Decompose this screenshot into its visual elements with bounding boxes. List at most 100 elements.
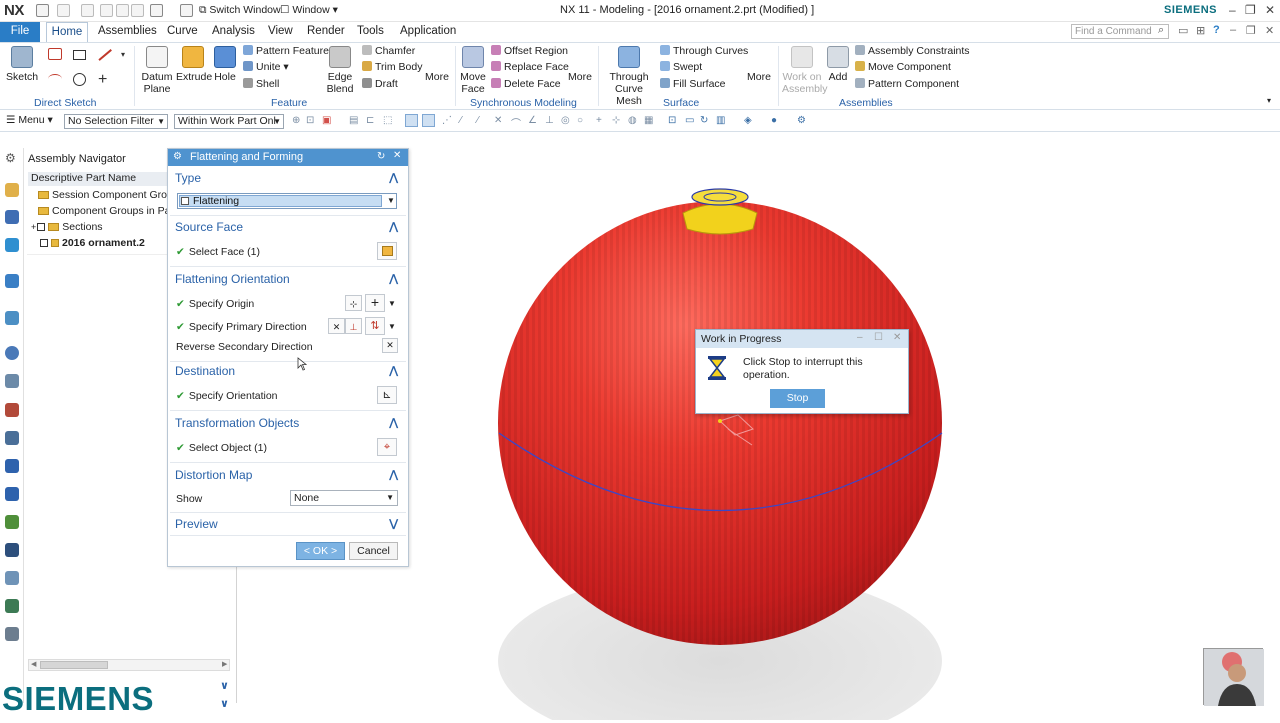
roles-icon[interactable] <box>5 459 19 473</box>
zoom-icon[interactable]: ▭ <box>685 115 695 126</box>
snap-endpoint-icon[interactable]: ⋰ <box>442 115 452 126</box>
snap-center-icon[interactable]: ◎ <box>561 115 571 126</box>
close-icon[interactable]: ✕ <box>1265 3 1275 17</box>
snap-pole-icon[interactable]: ⊹ <box>612 115 622 126</box>
edit-section-icon[interactable]: ● <box>771 115 781 126</box>
view-options-icon[interactable]: ⚙ <box>797 115 807 126</box>
vector-dialog-button[interactable]: ⊥ <box>345 318 362 334</box>
add-component-button[interactable]: Add <box>826 46 850 83</box>
assembly-navigator-icon[interactable] <box>5 210 19 224</box>
surface-more-button[interactable]: More <box>745 46 773 83</box>
rotate-icon[interactable]: ↻ <box>700 115 710 126</box>
copy-icon[interactable] <box>116 4 129 17</box>
find-command-input[interactable]: Find a Command <box>1071 24 1169 39</box>
tree-item[interactable]: Session Component Group <box>38 189 179 201</box>
csys-dialog-button[interactable]: ⊾ <box>377 386 397 404</box>
snap-arc-icon[interactable]: ⌒ <box>511 115 521 130</box>
through-curves-button[interactable]: Through Curves <box>660 45 748 57</box>
feature-more-button[interactable]: More <box>424 46 450 83</box>
curve-rule-icon[interactable] <box>405 114 418 127</box>
chevron-up-icon[interactable]: ⋀ <box>389 171 398 184</box>
layout-icon[interactable]: ⊞ <box>1196 24 1205 37</box>
maximize-icon[interactable]: ☐ <box>874 332 883 343</box>
close-icon[interactable]: ✕ <box>893 332 901 343</box>
point-icon[interactable]: + <box>98 71 107 89</box>
tab-render[interactable]: Render <box>307 25 345 37</box>
through-curve-mesh-button[interactable]: Through Curve Mesh <box>602 46 656 107</box>
reverse-direction-button[interactable]: ✕ <box>328 318 345 334</box>
chevron-down-icon[interactable]: ⋁ <box>389 517 398 530</box>
trim-body-button[interactable]: Trim Body <box>362 61 422 73</box>
chevron-down-icon[interactable]: ∨ <box>220 697 229 710</box>
tab-tools[interactable]: Tools <box>357 25 384 37</box>
snap-intersection-icon[interactable]: ✕ <box>494 115 504 126</box>
chevron-up-icon[interactable]: ⋀ <box>389 272 398 285</box>
chamfer-button[interactable]: Chamfer <box>362 45 415 57</box>
sketch-button[interactable]: Sketch <box>6 46 38 83</box>
chevron-up-icon[interactable]: ⋀ <box>389 364 398 377</box>
close-icon[interactable]: ✕ <box>393 150 401 161</box>
select-face-row[interactable]: ✔ Select Face (1) <box>176 246 260 258</box>
delete-face-button[interactable]: Delete Face <box>491 78 561 90</box>
ornament-cap[interactable] <box>682 203 758 235</box>
point-dialog-button[interactable]: ⊹ <box>345 295 362 311</box>
chevron-down-icon[interactable]: ▼ <box>387 196 395 205</box>
snap-tangent-icon[interactable]: ○ <box>577 115 587 126</box>
chevron-up-icon[interactable]: ⋀ <box>389 220 398 233</box>
document-icon[interactable] <box>5 627 19 641</box>
navigator-column-header[interactable]: Descriptive Part Name <box>28 172 170 186</box>
stop-button[interactable]: Stop <box>770 389 825 408</box>
filter-icon[interactable]: ▣ <box>322 115 332 126</box>
unite-button[interactable]: Unite ▾ <box>243 61 289 73</box>
chevron-up-icon[interactable]: ⋀ <box>389 416 398 429</box>
touch-mode-icon[interactable] <box>180 4 193 17</box>
show-select[interactable]: None ▼ <box>290 490 398 506</box>
hd3d-icon[interactable] <box>5 599 19 613</box>
tab-view[interactable]: View <box>268 25 293 37</box>
point-icon[interactable]: + <box>365 294 385 312</box>
fit-view-icon[interactable]: ⊡ <box>668 115 678 126</box>
minimize-part-icon[interactable]: – <box>1230 24 1236 36</box>
part-navigator-icon[interactable] <box>5 183 19 197</box>
move-face-button[interactable]: Move Face <box>458 46 488 95</box>
history-icon[interactable] <box>5 346 19 360</box>
tab-assemblies[interactable]: Assemblies <box>98 25 157 37</box>
chevron-down-icon[interactable]: ▼ <box>388 322 396 331</box>
sketch-more-icon[interactable]: ▾ <box>121 50 125 59</box>
section-transformation-objects[interactable]: Transformation Objects <box>175 416 299 430</box>
work-on-assembly-button[interactable]: Work on Assembly <box>782 46 828 95</box>
replace-face-button[interactable]: Replace Face <box>491 61 569 73</box>
snap-point-icon[interactable]: ⊥ <box>545 115 555 126</box>
crosshair-icon[interactable]: ⌖ <box>377 438 397 456</box>
tree-item[interactable]: Component Groups in Part <box>38 205 177 217</box>
swept-button[interactable]: Swept <box>660 61 702 73</box>
move-component-button[interactable]: Move Component <box>855 61 951 73</box>
reverse-secondary-button[interactable]: ✕ <box>382 338 398 353</box>
close-part-icon[interactable]: ✕ <box>1265 24 1274 37</box>
palette-icon[interactable] <box>5 515 19 529</box>
reset-icon[interactable]: ↻ <box>377 151 385 162</box>
system-scenes-icon[interactable] <box>5 487 19 501</box>
minimize-icon[interactable]: – <box>857 332 863 343</box>
assembly-constraints-button[interactable]: Assembly Constraints <box>855 45 970 57</box>
section-distortion-map[interactable]: Distortion Map <box>175 468 252 482</box>
specify-origin-row[interactable]: ✔ Specify Origin <box>176 298 254 310</box>
vector-icon[interactable]: ⇅ <box>365 317 385 335</box>
ribbon-options-icon[interactable]: ▭ <box>1178 24 1188 37</box>
gear-icon[interactable]: ⚙ <box>5 151 16 165</box>
section-flattening-orientation[interactable]: Flattening Orientation <box>175 272 290 286</box>
tab-home[interactable]: Home <box>46 22 88 42</box>
cancel-button[interactable]: Cancel <box>349 542 398 560</box>
web-browser-icon[interactable] <box>5 311 19 325</box>
tree-item[interactable]: + Sections <box>31 221 103 233</box>
search-icon[interactable]: ⌕ <box>1158 24 1164 37</box>
synchronous-more-button[interactable]: More <box>566 46 594 83</box>
select-all-icon[interactable]: ⊡ <box>306 115 316 126</box>
minimize-icon[interactable]: – <box>1229 3 1236 17</box>
select-object-row[interactable]: ✔ Select Object (1) <box>176 442 267 454</box>
file-tab[interactable]: File <box>0 22 40 42</box>
checkbox-checked[interactable] <box>40 239 48 247</box>
gear-icon[interactable]: ⚙ <box>173 151 182 162</box>
section-type[interactable]: Type <box>175 171 201 185</box>
cut-icon[interactable] <box>100 4 113 17</box>
